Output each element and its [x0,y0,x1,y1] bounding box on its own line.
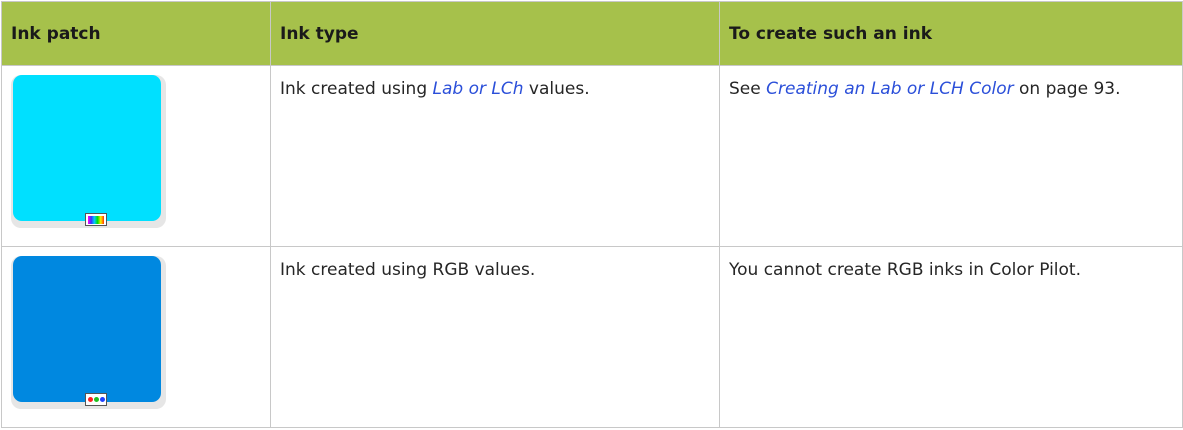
rgb-dots [87,397,105,402]
ink-type-text-before: Ink created using [280,79,433,99]
creating-lab-lch-color-link[interactable]: Creating an Lab or LCH Color [766,79,1013,99]
green-dot [93,397,99,402]
ink-patch-cell [1,246,271,428]
create-ink-cell: You cannot create RGB inks in Color Pilo… [719,246,1183,428]
header-ink-type: Ink type [270,1,720,66]
blue-dot [99,397,105,402]
lab-lch-link[interactable]: Lab or LCh [433,79,524,99]
ink-types-table: Ink patch Ink type To create such an ink… [1,1,1183,428]
ink-type-cell: Ink created using RGB values. [270,246,720,428]
create-text-before: See [729,79,767,99]
lab-spectrum-icon [85,213,107,226]
rgb-ink-patch [13,256,161,406]
table-header-row: Ink patch Ink type To create such an ink [1,1,1183,66]
create-ink-cell: See Creating an Lab or LCH Color on page… [719,65,1183,247]
spectrum-bar [88,215,104,224]
ink-patch-cell [1,65,271,247]
header-create-ink: To create such an ink [719,1,1183,66]
table-row: Ink created using RGB values. You cannot… [1,246,1183,428]
header-ink-patch: Ink patch [1,1,271,66]
lab-ink-patch [13,75,161,226]
ink-type-text-after: values. [523,79,590,99]
rgb-dots-icon [85,393,107,406]
create-text-after: on page 93. [1013,79,1121,99]
ink-type-cell: Ink created using Lab or LCh values. [270,65,720,247]
table-row: Ink created using Lab or LCh values. See… [1,65,1183,247]
red-dot [87,397,93,402]
